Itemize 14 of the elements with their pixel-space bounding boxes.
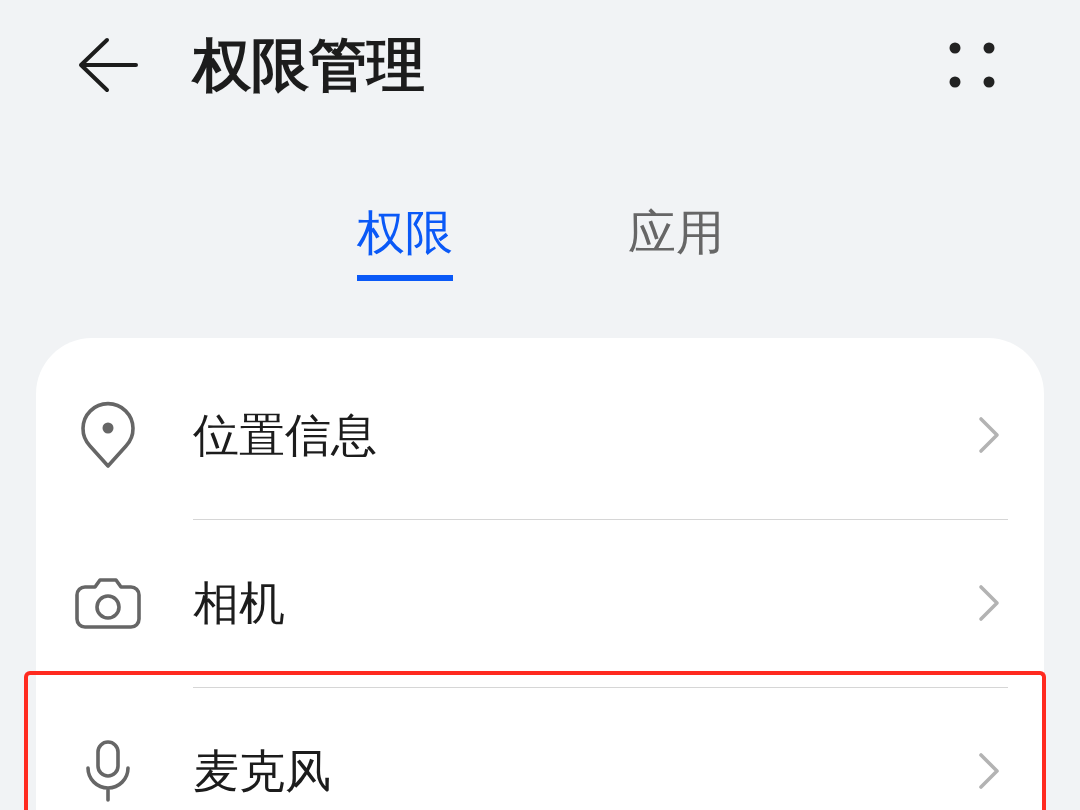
chevron-right-icon[interactable] bbox=[978, 416, 1000, 454]
tab[interactable]: 权限 bbox=[356, 206, 453, 281]
chevron-right-icon[interactable] bbox=[978, 752, 1000, 790]
more-dots-icon[interactable] bbox=[949, 42, 995, 88]
chevron-right-icon[interactable] bbox=[978, 584, 1000, 622]
microphone-icon bbox=[85, 740, 131, 802]
page-title: 权限管理 bbox=[193, 32, 426, 98]
permission-label[interactable]: 位置信息 bbox=[193, 409, 978, 461]
camera-icon bbox=[75, 577, 141, 629]
back-arrow-icon[interactable] bbox=[78, 37, 138, 93]
tab[interactable]: 应用 bbox=[627, 206, 724, 281]
location-pin-icon bbox=[80, 401, 136, 469]
permission-label[interactable]: 相机 bbox=[193, 577, 978, 629]
permission-label[interactable]: 麦克风 bbox=[193, 745, 978, 797]
